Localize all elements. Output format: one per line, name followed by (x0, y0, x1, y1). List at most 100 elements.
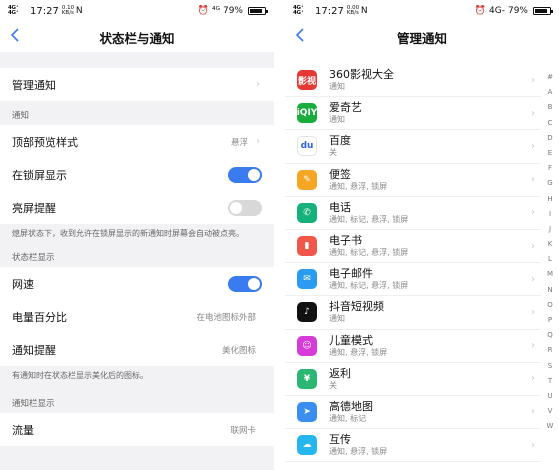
list-item[interactable]: iQIY 爱奇艺 通知 › (285, 97, 541, 131)
index-letter[interactable]: J (549, 222, 551, 237)
amap-icon: ➤ (297, 401, 317, 422)
section-header-notifications: 通知 (12, 111, 30, 121)
index-letter[interactable]: O (547, 298, 553, 313)
app-name: 互传 (329, 433, 351, 447)
index-letter[interactable]: V (548, 404, 553, 419)
index-letter[interactable]: K (548, 237, 553, 252)
list-item[interactable]: ✆ 电话 通知, 标记, 悬浮, 锁屏 › (285, 197, 541, 230)
index-letter[interactable]: # (547, 70, 553, 85)
net-speed: 0.00 KB/s (346, 4, 360, 16)
row-value: 在电池图标外部 (196, 312, 256, 323)
index-letter[interactable]: H (547, 192, 552, 207)
index-letter[interactable]: L (548, 252, 552, 267)
network-indicator: 4G⁺ 4G⁺ (293, 4, 304, 16)
app-notification-summary: 通知, 悬浮, 锁屏 (329, 447, 388, 457)
list-item[interactable]: ♪ 抖音短视频 通知 › (285, 296, 541, 330)
alphabet-index[interactable]: # A B C D E F G H I J K L M N O P Q R S T U V W (545, 70, 555, 435)
battery-percent: 79% (507, 6, 528, 16)
transfer-icon: ☁ (297, 435, 317, 456)
battery-icon (533, 7, 553, 15)
index-letter[interactable]: W (547, 419, 554, 434)
app-name: 百度 (329, 134, 351, 148)
index-letter[interactable]: T (548, 374, 552, 389)
manage-notifications-row[interactable]: 管理通知 › (0, 68, 274, 101)
chevron-right-icon: › (531, 140, 535, 152)
iqiyi-icon: iQIY (297, 103, 317, 124)
row-label: 电量百分比 (12, 310, 67, 324)
nfc-icon: N (360, 6, 368, 16)
index-letter[interactable]: S (548, 359, 552, 374)
chevron-right-icon: › (531, 406, 535, 418)
app-notification-summary: 通知, 标记, 悬浮, 锁屏 (329, 214, 409, 224)
app-name: 电子书 (329, 234, 362, 248)
list-item[interactable]: ✉ 电子邮件 通知, 标记, 悬浮, 锁屏 › (285, 263, 541, 297)
phone-icon: ✆ (297, 202, 317, 223)
data-traffic-row[interactable]: 流量 联网卡 (0, 413, 274, 446)
app-list: 影视 360影视大全 通知 › iQIY 爱奇艺 通知 › du 百度关 › ✎ 便签 通知, 悬浮, 锁… (285, 64, 541, 463)
list-item[interactable]: ▮ 电子书 通知, 标记, 悬浮, 锁屏 › (285, 230, 541, 264)
status-bar: 4G⁺ 4G⁺ 17:27 0.00 KB/s N ⏰ 4G- 79% (285, 0, 559, 22)
battery-percent-row[interactable]: 电量百分比 在电池图标外部 (0, 300, 274, 333)
index-letter[interactable]: M (547, 267, 553, 282)
index-letter[interactable]: A (548, 85, 553, 100)
index-letter[interactable]: U (547, 389, 552, 404)
app-name: 儿童模式 (329, 333, 373, 347)
back-arrow-icon[interactable] (295, 28, 311, 46)
chevron-right-icon: › (256, 79, 260, 90)
section-header-notifbar: 通知栏显示 (12, 399, 55, 409)
list-item[interactable]: ➤ 高德地图 通知, 标记 › (285, 396, 541, 430)
list-item[interactable]: 影视 360影视大全 通知 › (285, 64, 541, 98)
list-item[interactable]: du 百度关 › (285, 130, 541, 164)
ebook-icon: ▮ (297, 236, 317, 257)
alarm-icon: ⏰ (197, 6, 209, 16)
chevron-right-icon: › (531, 340, 535, 352)
list-item[interactable]: ☺ 儿童模式 通知, 悬浮, 锁屏 › (285, 330, 541, 363)
nfc-icon: N (75, 6, 83, 16)
top-preview-style-row[interactable]: 顶部预览样式 悬浮 › (0, 125, 274, 158)
notes-icon: ✎ (297, 169, 317, 190)
signal-icon: 4G- (489, 6, 505, 16)
net-speed-toggle[interactable] (228, 275, 262, 292)
notification-reminder-row[interactable]: 通知提醒 美化图标 (0, 333, 274, 366)
index-letter[interactable]: C (548, 116, 553, 131)
index-letter[interactable]: D (547, 131, 552, 146)
index-letter[interactable]: G (547, 176, 552, 191)
clock: 17:27 (30, 5, 59, 17)
row-label: 在锁屏显示 (12, 168, 67, 182)
index-letter[interactable]: I (549, 207, 551, 222)
index-letter[interactable]: B (548, 100, 553, 115)
app-notification-summary: 通知 (329, 314, 345, 324)
index-letter[interactable]: R (548, 343, 553, 358)
network-indicator: 4G⁺ 4G⁺ (8, 4, 19, 16)
row-label: 通知提醒 (12, 343, 56, 357)
360-video-icon: 影视 (297, 70, 317, 91)
nav-bar: 状态栏与通知 (0, 22, 274, 52)
row-value: 悬浮 (230, 137, 248, 148)
battery-icon (248, 7, 268, 15)
email-icon: ✉ (297, 269, 317, 290)
clock: 17:27 (315, 5, 344, 17)
net-speed-row: 网速 (0, 267, 274, 300)
list-item[interactable]: ✎ 便签 通知, 悬浮, 锁屏 › (285, 164, 541, 197)
index-letter[interactable]: P (548, 313, 552, 328)
back-arrow-icon[interactable] (10, 28, 26, 46)
app-name: 电话 (329, 200, 351, 214)
wake-screen-toggle[interactable] (228, 199, 262, 216)
index-letter[interactable]: Q (547, 328, 553, 343)
list-item[interactable]: ¥ 返利关 › (285, 363, 541, 396)
page-title: 状态栏与通知 (99, 30, 175, 46)
alarm-icon: ⏰ (474, 6, 487, 16)
row-label: 流量 (12, 423, 34, 437)
chevron-right-icon: › (256, 136, 260, 147)
app-notification-summary: 关 (329, 148, 337, 158)
kids-mode-icon: ☺ (297, 335, 317, 356)
notification-reminder-note: 有通知时在状态栏显示美化后的图标。 (12, 371, 148, 380)
row-label: 网速 (12, 277, 34, 291)
index-letter[interactable]: F (548, 161, 552, 176)
lockscreen-display-row: 在锁屏显示 (0, 158, 274, 191)
lockscreen-toggle[interactable] (228, 166, 262, 183)
index-letter[interactable]: E (548, 146, 552, 161)
list-item[interactable]: ☁ 互传 通知, 悬浮, 锁屏 › (285, 429, 541, 463)
index-letter[interactable]: N (547, 283, 552, 298)
app-name: 电子邮件 (329, 267, 373, 281)
